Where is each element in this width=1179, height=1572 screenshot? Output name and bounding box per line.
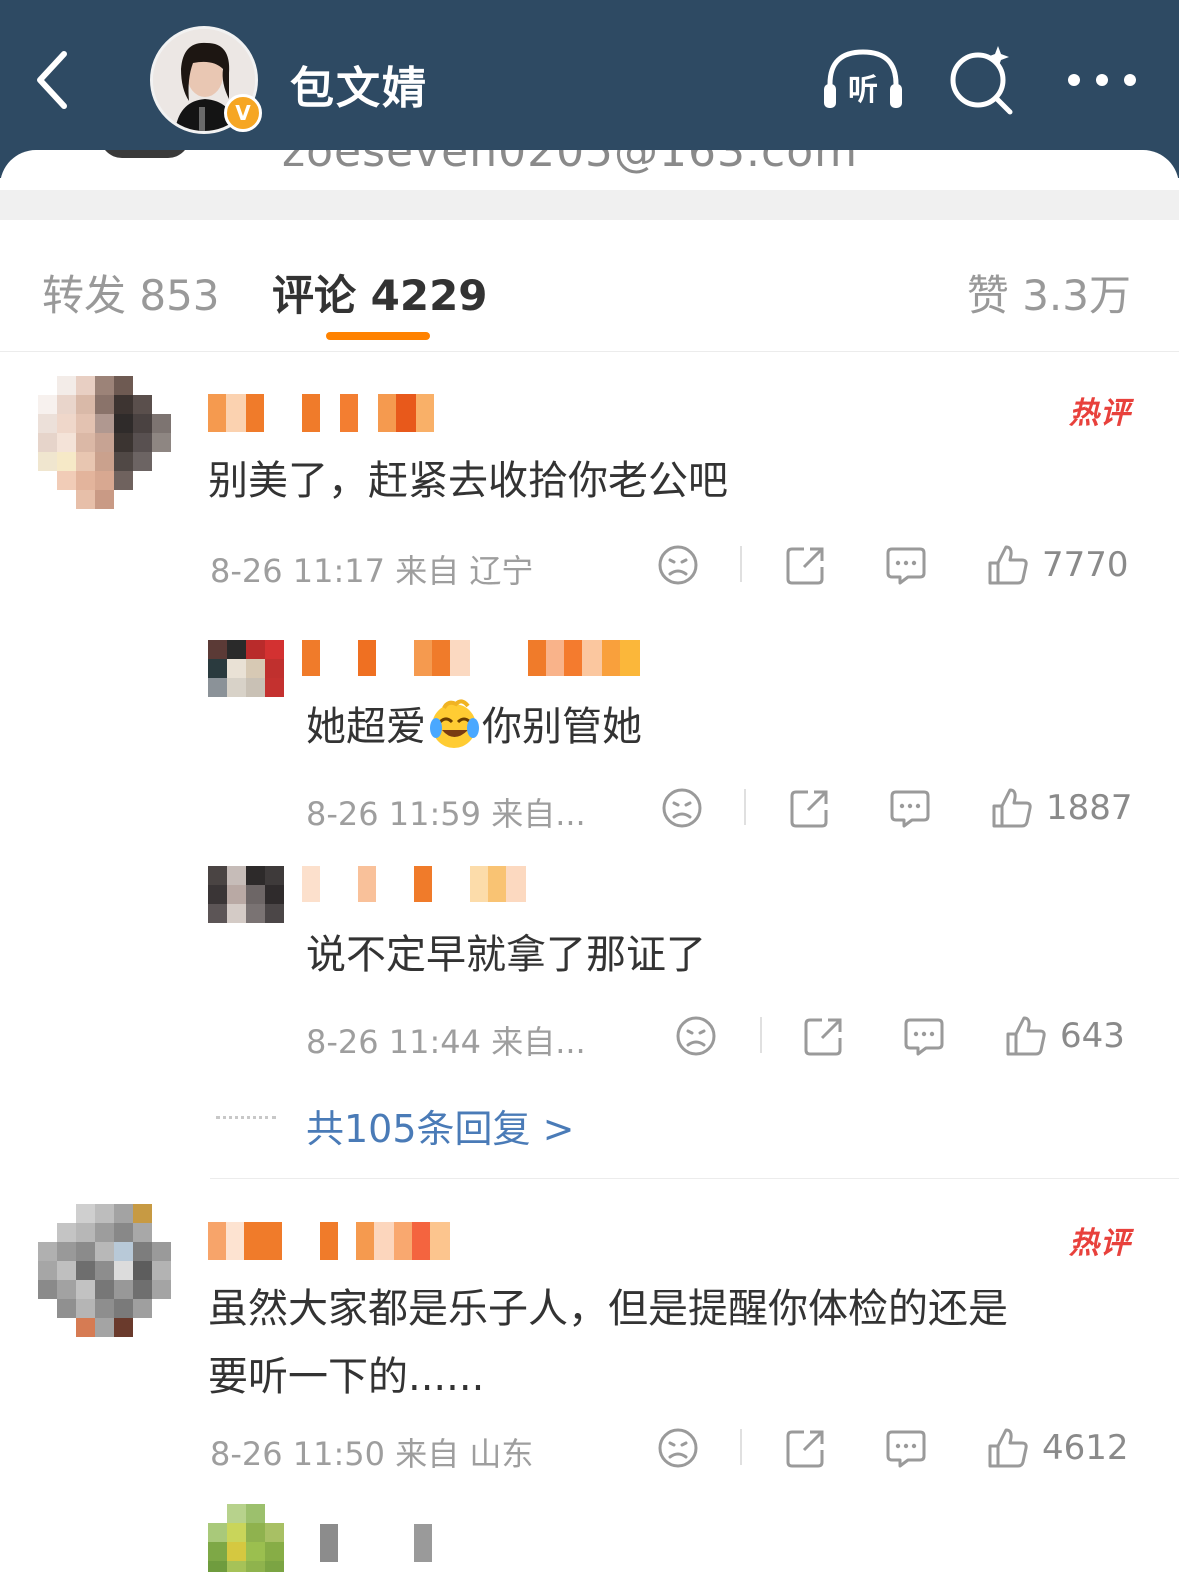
tab-comment[interactable]: 评论 4229 [272, 262, 488, 323]
tab-active-indicator [326, 332, 430, 340]
search-button[interactable] [946, 44, 1018, 116]
commenter-nickname[interactable] [320, 1524, 432, 1562]
reply-icon [886, 1430, 926, 1468]
listen-button[interactable]: 听 [820, 44, 906, 116]
tab-like[interactable]: 赞 3.3万 [967, 262, 1131, 323]
replies-dots [216, 1116, 276, 1119]
account-name[interactable]: 包文婧 [290, 52, 428, 116]
action-divider [744, 789, 746, 825]
section-gap [0, 190, 1179, 220]
action-divider [760, 1017, 762, 1053]
share-button[interactable] [784, 1423, 828, 1473]
comment-text-line2: 要听一下的...... [208, 1354, 485, 1400]
like-count: 1887 [1046, 788, 1133, 828]
like-icon [988, 1428, 1028, 1468]
reply-text: 她超爱 你别管她 [306, 692, 642, 762]
dislike-button[interactable] [660, 783, 704, 833]
comment-divider [210, 1178, 1179, 1179]
like-icon [992, 788, 1032, 828]
verified-badge: V [224, 94, 262, 132]
comment-meta: 8-26 11:50 来自 山东 [210, 1435, 534, 1473]
like-button[interactable]: 4612 [986, 1423, 1129, 1473]
more-icon [1068, 74, 1136, 86]
reply-button[interactable] [888, 783, 932, 833]
hot-comment-badge: 热评 [1069, 396, 1131, 431]
reply-avatar[interactable] [208, 640, 284, 697]
action-divider [740, 546, 742, 582]
svg-text:听: 听 [848, 73, 878, 108]
like-button[interactable]: 7770 [986, 540, 1129, 590]
profile-email: zoeseven0205@163.com [282, 150, 858, 177]
commenter-avatar[interactable] [208, 1504, 284, 1572]
reply-button[interactable] [902, 1011, 946, 1061]
reply-nickname[interactable] [302, 866, 526, 902]
listen-icon: 听 [824, 49, 902, 108]
reply-icon [886, 547, 926, 585]
share-icon [790, 790, 828, 828]
tab-bar: 转发 853 评论 4229 赞 3.3万 [0, 220, 1179, 352]
dislike-icon [658, 1428, 698, 1468]
back-button[interactable] [30, 48, 80, 112]
hot-comment-badge: 热评 [1069, 1226, 1131, 1261]
share-button[interactable] [788, 783, 832, 833]
reply-icon [904, 1018, 944, 1056]
like-button[interactable]: 643 [1004, 1011, 1125, 1061]
reply-button[interactable] [884, 1423, 928, 1473]
reply-meta: 8-26 11:44 来自... [306, 1023, 586, 1061]
reply-icon [890, 790, 930, 828]
like-count: 4612 [1042, 1428, 1129, 1468]
commenter-nickname[interactable] [208, 394, 434, 432]
action-divider [740, 1429, 742, 1465]
comment-actions: 7770 [656, 540, 1136, 590]
reply-avatar[interactable] [208, 866, 284, 923]
comment-meta: 8-26 11:17 来自 辽宁 [210, 552, 534, 590]
share-icon [804, 1018, 842, 1056]
dislike-icon [658, 545, 698, 585]
reply-nickname[interactable] [302, 640, 640, 676]
commenter-nickname[interactable] [208, 1222, 450, 1260]
commenter-avatar[interactable] [38, 376, 171, 509]
share-button[interactable] [802, 1011, 846, 1061]
share-button[interactable] [784, 540, 828, 590]
laughing-crying-emoji [430, 699, 479, 748]
like-count: 7770 [1042, 545, 1129, 585]
more-button[interactable] [1064, 54, 1140, 106]
share-icon [786, 547, 824, 585]
tab-repost[interactable]: 转发 853 [42, 262, 220, 323]
comment-actions: 4612 [656, 1423, 1136, 1473]
dislike-icon [676, 1016, 716, 1056]
reply-meta: 8-26 11:59 来自... [306, 795, 586, 833]
reply-actions: 1887 [660, 783, 1136, 833]
view-more-replies-link[interactable]: 共105条回复 > [306, 1098, 574, 1153]
card-avatar-edge [100, 150, 190, 158]
dislike-icon [662, 788, 702, 828]
dislike-button[interactable] [656, 1423, 700, 1473]
commenter-avatar[interactable] [38, 1204, 171, 1337]
comment-text: 别美了，赶紧去收拾你老公吧 [208, 458, 728, 504]
like-count: 643 [1060, 1016, 1125, 1056]
like-icon [1006, 1016, 1046, 1056]
profile-avatar[interactable]: V [150, 26, 262, 134]
comment-text-line1: 虽然大家都是乐子人，但是提醒你体检的还是 [208, 1286, 1008, 1332]
like-icon [988, 545, 1028, 585]
back-icon [37, 51, 67, 109]
share-icon [786, 1430, 824, 1468]
dislike-button[interactable] [674, 1011, 718, 1061]
reply-actions: 643 [674, 1011, 1136, 1061]
dislike-button[interactable] [656, 540, 700, 590]
like-button[interactable]: 1887 [990, 783, 1133, 833]
reply-text: 说不定早就拿了那证了 [306, 932, 706, 978]
search-icon [950, 46, 1013, 115]
reply-button[interactable] [884, 540, 928, 590]
